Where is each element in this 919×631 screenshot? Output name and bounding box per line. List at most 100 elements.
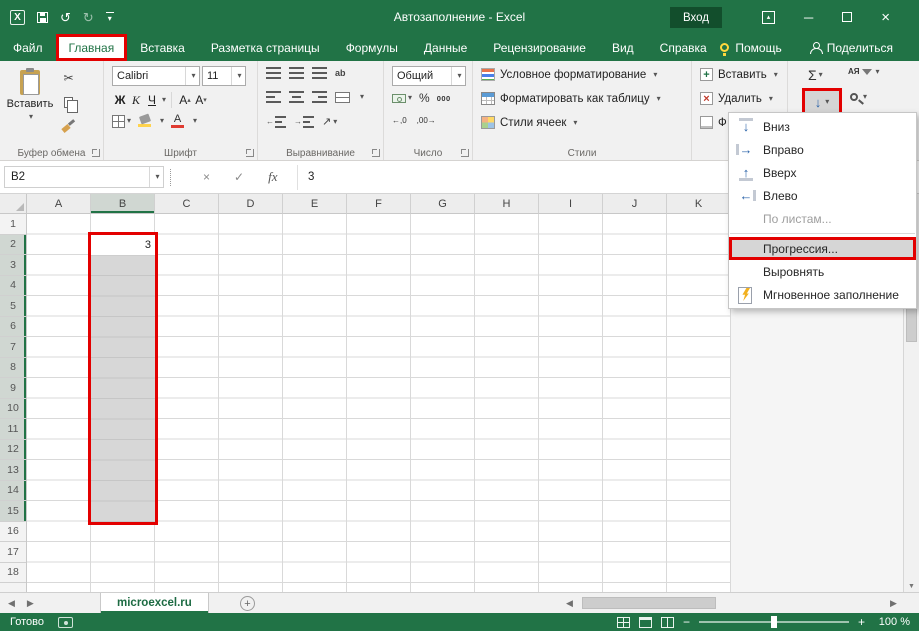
font-size-combo[interactable]: 11 ▾ bbox=[202, 66, 246, 86]
align-middle-icon[interactable] bbox=[289, 67, 304, 79]
save-icon[interactable] bbox=[37, 11, 48, 23]
help-item[interactable]: Помощь bbox=[720, 41, 782, 56]
row-header-7[interactable]: 7 bbox=[0, 337, 26, 358]
cells-grid[interactable]: 3 bbox=[27, 214, 731, 592]
page-layout-view-icon[interactable] bbox=[638, 616, 652, 628]
column-header-D[interactable]: D bbox=[219, 194, 283, 214]
zoom-out-icon[interactable]: − bbox=[683, 615, 690, 629]
hscroll-left-icon[interactable]: ◀ bbox=[566, 593, 573, 613]
cancel-icon[interactable]: × bbox=[203, 170, 210, 184]
zoom-in-icon[interactable]: + bbox=[858, 615, 865, 629]
macro-record-icon[interactable] bbox=[57, 616, 73, 628]
alignment-dialog-launcher-icon[interactable] bbox=[372, 149, 380, 157]
tab-formulas[interactable]: Формулы bbox=[333, 34, 411, 61]
sign-in-button[interactable]: Вход bbox=[669, 7, 722, 28]
column-header-I[interactable]: I bbox=[539, 194, 603, 214]
horizontal-scroll-thumb[interactable] bbox=[582, 597, 716, 609]
column-header-B[interactable]: B bbox=[91, 194, 155, 214]
menu-item-fill-left[interactable]: ← Влево bbox=[729, 184, 916, 207]
number-dialog-launcher-icon[interactable] bbox=[461, 149, 469, 157]
menu-item-justify[interactable]: Выровнять bbox=[729, 260, 916, 283]
row-header-8[interactable]: 8 bbox=[0, 357, 26, 378]
column-header-C[interactable]: C bbox=[155, 194, 219, 214]
cell-styles-button[interactable]: Стили ячеек ▾ bbox=[481, 116, 577, 129]
conditional-formatting-button[interactable]: Условное форматирование ▾ bbox=[481, 68, 657, 81]
tab-help[interactable]: Справка bbox=[647, 34, 720, 61]
zoom-slider-thumb[interactable] bbox=[770, 616, 777, 628]
name-box[interactable]: B2 ▾ bbox=[4, 166, 164, 188]
align-right-icon[interactable] bbox=[312, 91, 327, 103]
maximize-button[interactable] bbox=[842, 12, 853, 22]
enter-check-icon[interactable]: ✓ bbox=[234, 170, 244, 184]
row-header-6[interactable]: 6 bbox=[0, 316, 26, 337]
orientation-button[interactable]: ↗ ▾ bbox=[322, 115, 337, 128]
formula-bar-grip[interactable] bbox=[170, 169, 172, 186]
column-header-E[interactable]: E bbox=[283, 194, 347, 214]
align-bottom-icon[interactable] bbox=[312, 67, 327, 79]
menu-item-fill-down[interactable]: ↓ Вниз bbox=[729, 115, 916, 138]
shrink-font-button[interactable]: А ▾ bbox=[193, 91, 209, 109]
row-header-5[interactable]: 5 bbox=[0, 296, 26, 317]
tab-view[interactable]: Вид bbox=[599, 34, 647, 61]
font-dialog-launcher-icon[interactable] bbox=[246, 149, 254, 157]
menu-item-fill-up[interactable]: ↑ Вверх bbox=[729, 161, 916, 184]
hscroll-right-icon[interactable]: ▶ bbox=[890, 593, 897, 613]
format-cells-button[interactable]: Ф bbox=[700, 116, 727, 129]
accounting-format-button[interactable]: ▾ bbox=[392, 93, 412, 103]
wrap-text-icon[interactable]: ab bbox=[335, 68, 346, 78]
find-select-button[interactable]: ▾ bbox=[850, 93, 867, 101]
borders-button[interactable]: ▾ bbox=[112, 114, 131, 128]
align-top-icon[interactable] bbox=[266, 67, 281, 79]
menu-item-across-sheets[interactable]: По листам... bbox=[729, 207, 916, 230]
column-header-J[interactable]: J bbox=[603, 194, 667, 214]
sheet-tab-active[interactable]: microexcel.ru bbox=[100, 593, 209, 613]
row-header-14[interactable]: 14 bbox=[0, 480, 26, 501]
close-button[interactable]: × bbox=[881, 10, 890, 25]
ribbon-display-options-icon[interactable]: ▴ bbox=[762, 10, 775, 24]
sheet-prev-icon[interactable]: ◀ bbox=[8, 598, 15, 609]
tab-insert[interactable]: Вставка bbox=[127, 34, 198, 61]
fill-button[interactable]: ↓ ▾ bbox=[805, 91, 839, 113]
italic-button[interactable]: К bbox=[128, 91, 144, 109]
select-all-corner[interactable] bbox=[0, 194, 27, 214]
tab-review[interactable]: Рецензирование bbox=[480, 34, 599, 61]
column-header-A[interactable]: A bbox=[27, 194, 91, 214]
minimize-button[interactable]: ─ bbox=[804, 11, 813, 24]
row-header-4[interactable]: 4 bbox=[0, 275, 26, 296]
column-header-K[interactable]: K bbox=[667, 194, 731, 214]
align-center-icon[interactable] bbox=[289, 91, 304, 103]
insert-cells-button[interactable]: Вставить ▾ bbox=[700, 68, 778, 81]
paste-button[interactable]: Вставить ▾ bbox=[6, 66, 54, 140]
column-header-H[interactable]: H bbox=[475, 194, 539, 214]
normal-view-icon[interactable] bbox=[616, 616, 630, 628]
decrease-decimal-icon[interactable]: ←,0 bbox=[392, 116, 407, 125]
row-header-13[interactable]: 13 bbox=[0, 460, 26, 481]
tab-data[interactable]: Данные bbox=[411, 34, 480, 61]
row-header-17[interactable]: 17 bbox=[0, 542, 26, 563]
row-header-11[interactable]: 11 bbox=[0, 419, 26, 440]
comma-style-button[interactable]: 000 bbox=[437, 94, 451, 103]
row-header-1[interactable]: 1 bbox=[0, 214, 26, 235]
align-left-icon[interactable] bbox=[266, 91, 281, 103]
cut-icon[interactable]: ✂ bbox=[63, 71, 73, 85]
clipboard-dialog-launcher-icon[interactable] bbox=[92, 149, 100, 157]
row-header-9[interactable]: 9 bbox=[0, 378, 26, 399]
column-header-F[interactable]: F bbox=[347, 194, 411, 214]
font-family-combo[interactable]: Calibri ▾ bbox=[112, 66, 200, 86]
sheet-next-icon[interactable]: ▶ bbox=[27, 598, 34, 609]
format-as-table-button[interactable]: Форматировать как таблицу ▾ bbox=[481, 92, 661, 105]
insert-function-icon[interactable]: fx bbox=[268, 169, 277, 185]
page-break-view-icon[interactable] bbox=[660, 616, 674, 628]
menu-item-flash-fill[interactable]: Мгновенное заполнение bbox=[729, 283, 916, 306]
column-header-G[interactable]: G bbox=[411, 194, 475, 214]
row-header-16[interactable]: 16 bbox=[0, 522, 26, 542]
copy-icon[interactable] bbox=[64, 97, 78, 113]
number-format-combo[interactable]: Общий ▾ bbox=[392, 66, 466, 86]
row-header-15[interactable]: 15 bbox=[0, 501, 26, 522]
delete-cells-button[interactable]: Удалить ▾ bbox=[700, 92, 773, 105]
bold-button[interactable]: Ж bbox=[112, 91, 128, 109]
tab-page-layout[interactable]: Разметка страницы bbox=[198, 34, 333, 61]
grow-font-button[interactable]: А ▴ bbox=[177, 91, 193, 109]
underline-button[interactable]: Ч bbox=[144, 91, 160, 109]
row-header-12[interactable]: 12 bbox=[0, 439, 26, 460]
